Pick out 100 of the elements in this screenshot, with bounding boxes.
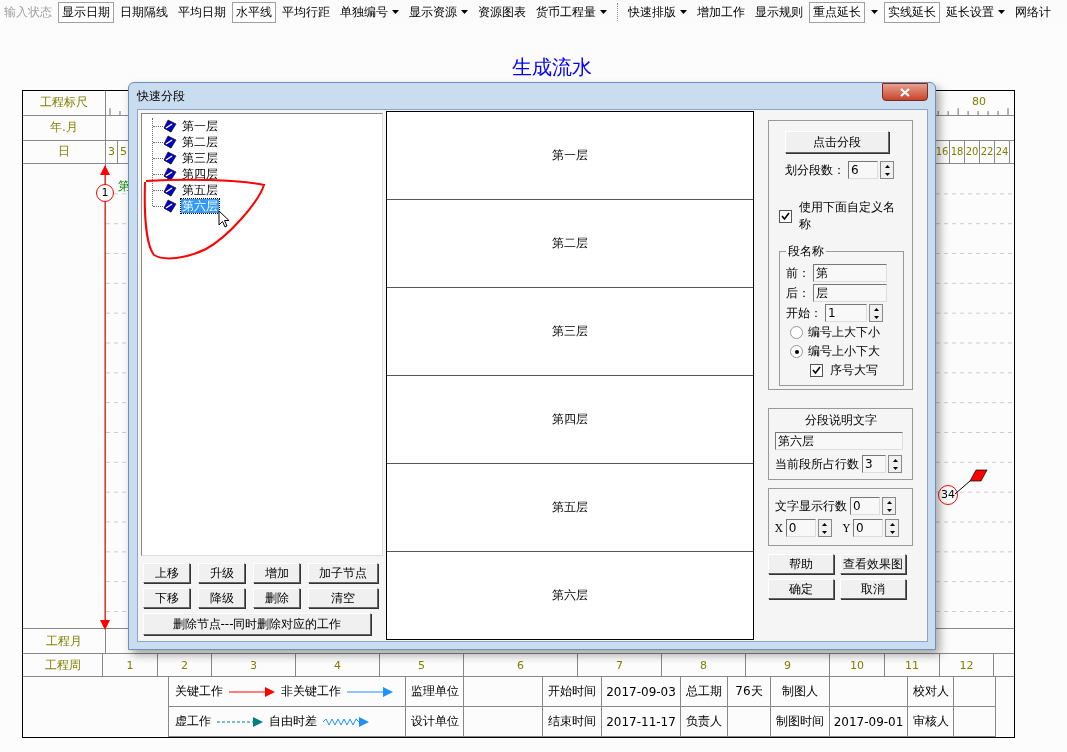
day-cell: 24 (995, 140, 1010, 163)
footer-cell: 2017-09-03 (602, 677, 681, 707)
spinner-arrows[interactable] (869, 304, 883, 322)
footer-cell: 2017-09-01 (830, 707, 908, 737)
field-label: Y (842, 521, 851, 535)
text-field[interactable]: 第六层 (775, 432, 903, 450)
week-cell: 2 (158, 654, 212, 676)
number-field[interactable]: 0 (850, 497, 880, 515)
toolbar-button[interactable]: 水平线 (232, 1, 276, 23)
footer-cell: 负责人 (681, 707, 728, 737)
field-label: 当前段所占行数 (775, 455, 859, 473)
number-field[interactable]: 0 (785, 519, 816, 537)
toolbar-button[interactable]: 延长设置 (942, 1, 1009, 23)
dialog-button[interactable]: 确定 (768, 579, 834, 599)
week-cell: 3 (212, 654, 296, 676)
text-field[interactable]: 第 (813, 264, 887, 282)
toolbar-button[interactable]: 单独编号 (336, 1, 403, 23)
dialog-button[interactable]: 下移 (143, 588, 190, 608)
caret-icon (871, 10, 878, 14)
dialog-button[interactable]: 删除 (253, 588, 300, 608)
page-title: 生成流水 (511, 54, 592, 80)
week-cell: 11 (885, 654, 940, 676)
legend-label: 非关键工作 (281, 683, 341, 700)
segment-row: 第二层 (387, 200, 753, 288)
spinner-arrows[interactable] (880, 161, 894, 179)
tree-item[interactable]: 第五层 (181, 183, 219, 197)
node-circle: 34 (938, 484, 958, 505)
footer-cell: 校对人 (908, 677, 954, 707)
footer-cell: 制图时间 (771, 707, 830, 737)
book-icon (163, 199, 177, 213)
book-icon (163, 167, 177, 181)
caret-icon (998, 10, 1005, 14)
toolbar-button[interactable]: 平均行距 (278, 1, 334, 23)
split-button[interactable]: 点击分段 (785, 131, 889, 153)
dialog-button[interactable]: 清空 (308, 588, 378, 608)
spinner-arrows[interactable] (885, 519, 900, 537)
week-cell: 4 (296, 654, 380, 676)
toolbar-button[interactable]: 重点延长 (809, 1, 865, 23)
field-label: X (775, 521, 783, 535)
empty-cell (954, 707, 996, 737)
toolbar-button[interactable]: 平均日期 (174, 1, 230, 23)
checkbox[interactable] (779, 209, 792, 223)
toolbar-button[interactable]: 快速排版 (624, 1, 691, 23)
checkbox-label: 使用下面自定义名称 (798, 199, 896, 233)
caret-icon (600, 10, 607, 14)
toolbar-button[interactable]: 显示日期 (58, 1, 114, 23)
number-field[interactable]: 6 (848, 161, 878, 179)
toolbar-button[interactable]: 实线延长 (884, 1, 940, 23)
radio-button[interactable] (790, 345, 803, 358)
dialog-button[interactable]: 降级 (198, 588, 245, 608)
group-title: 段名称 (787, 243, 825, 260)
tree-item[interactable]: 第三层 (181, 151, 219, 165)
spinner-arrows[interactable] (817, 519, 832, 537)
week-cell: 6 (464, 654, 578, 676)
day-cell: 22 (980, 140, 995, 163)
segment-row: 第一层 (387, 112, 753, 200)
book-icon (163, 183, 177, 197)
toolbar-button[interactable]: 资源图表 (474, 1, 530, 23)
tree-item[interactable]: 第四层 (181, 167, 219, 181)
dialog-button[interactable]: 查看效果图 (840, 554, 906, 574)
dialog-button[interactable]: 取消 (840, 579, 906, 599)
toolbar-button[interactable]: 增加工作 (693, 1, 749, 23)
toolbar-button[interactable]: 货币工程量 (532, 1, 611, 23)
tree-item[interactable]: 第二层 (181, 135, 219, 149)
field-label: 开始： (786, 304, 822, 322)
caret-icon (680, 10, 687, 14)
toolbar-button[interactable]: 显示规则 (751, 1, 807, 23)
radio-label: 编号上小下大 (808, 343, 880, 360)
number-field[interactable]: 1 (825, 304, 867, 322)
row-label: 工程周 (23, 654, 103, 676)
week-cell: 10 (830, 654, 885, 676)
dialog-button[interactable]: 增加 (253, 563, 300, 583)
dialog-button[interactable]: 升级 (198, 563, 245, 583)
toolbar-button[interactable]: 网络计 (1011, 1, 1055, 23)
spinner-arrows[interactable] (882, 497, 896, 515)
checkbox[interactable] (810, 364, 823, 377)
dialog-button[interactable]: 删除节点---同时删除对应的工作 (143, 613, 371, 635)
radio-button[interactable] (790, 326, 803, 339)
group-title: 分段说明文字 (804, 412, 877, 429)
toolbar-button[interactable]: 显示资源 (405, 1, 472, 23)
dialog-button[interactable]: 上移 (143, 563, 190, 583)
dialog-button[interactable]: 加子节点 (308, 563, 378, 583)
row-label: 日 (23, 140, 106, 163)
spinner-arrows[interactable] (888, 455, 902, 473)
close-button[interactable] (882, 83, 928, 101)
text-field[interactable]: 层 (813, 284, 887, 302)
node-circle: 1 (96, 183, 114, 202)
number-field[interactable]: 0 (853, 519, 884, 537)
field-label: 划分段数： (785, 161, 845, 179)
tree-item[interactable]: 第一层 (181, 119, 219, 133)
number-field[interactable]: 3 (862, 455, 886, 473)
legend-label: 虚工作 (175, 713, 211, 730)
footer-cell: 设计单位 (406, 707, 464, 737)
footer-cell: 总工期 (681, 677, 728, 707)
field-label: 后： (786, 284, 810, 302)
close-icon (900, 87, 910, 97)
dialog-button[interactable]: 帮助 (768, 554, 834, 574)
toolbar-button[interactable]: 日期隔线 (116, 1, 172, 23)
segment-row-text: 第六层 (551, 587, 589, 604)
day-cell: 18 (950, 140, 965, 163)
